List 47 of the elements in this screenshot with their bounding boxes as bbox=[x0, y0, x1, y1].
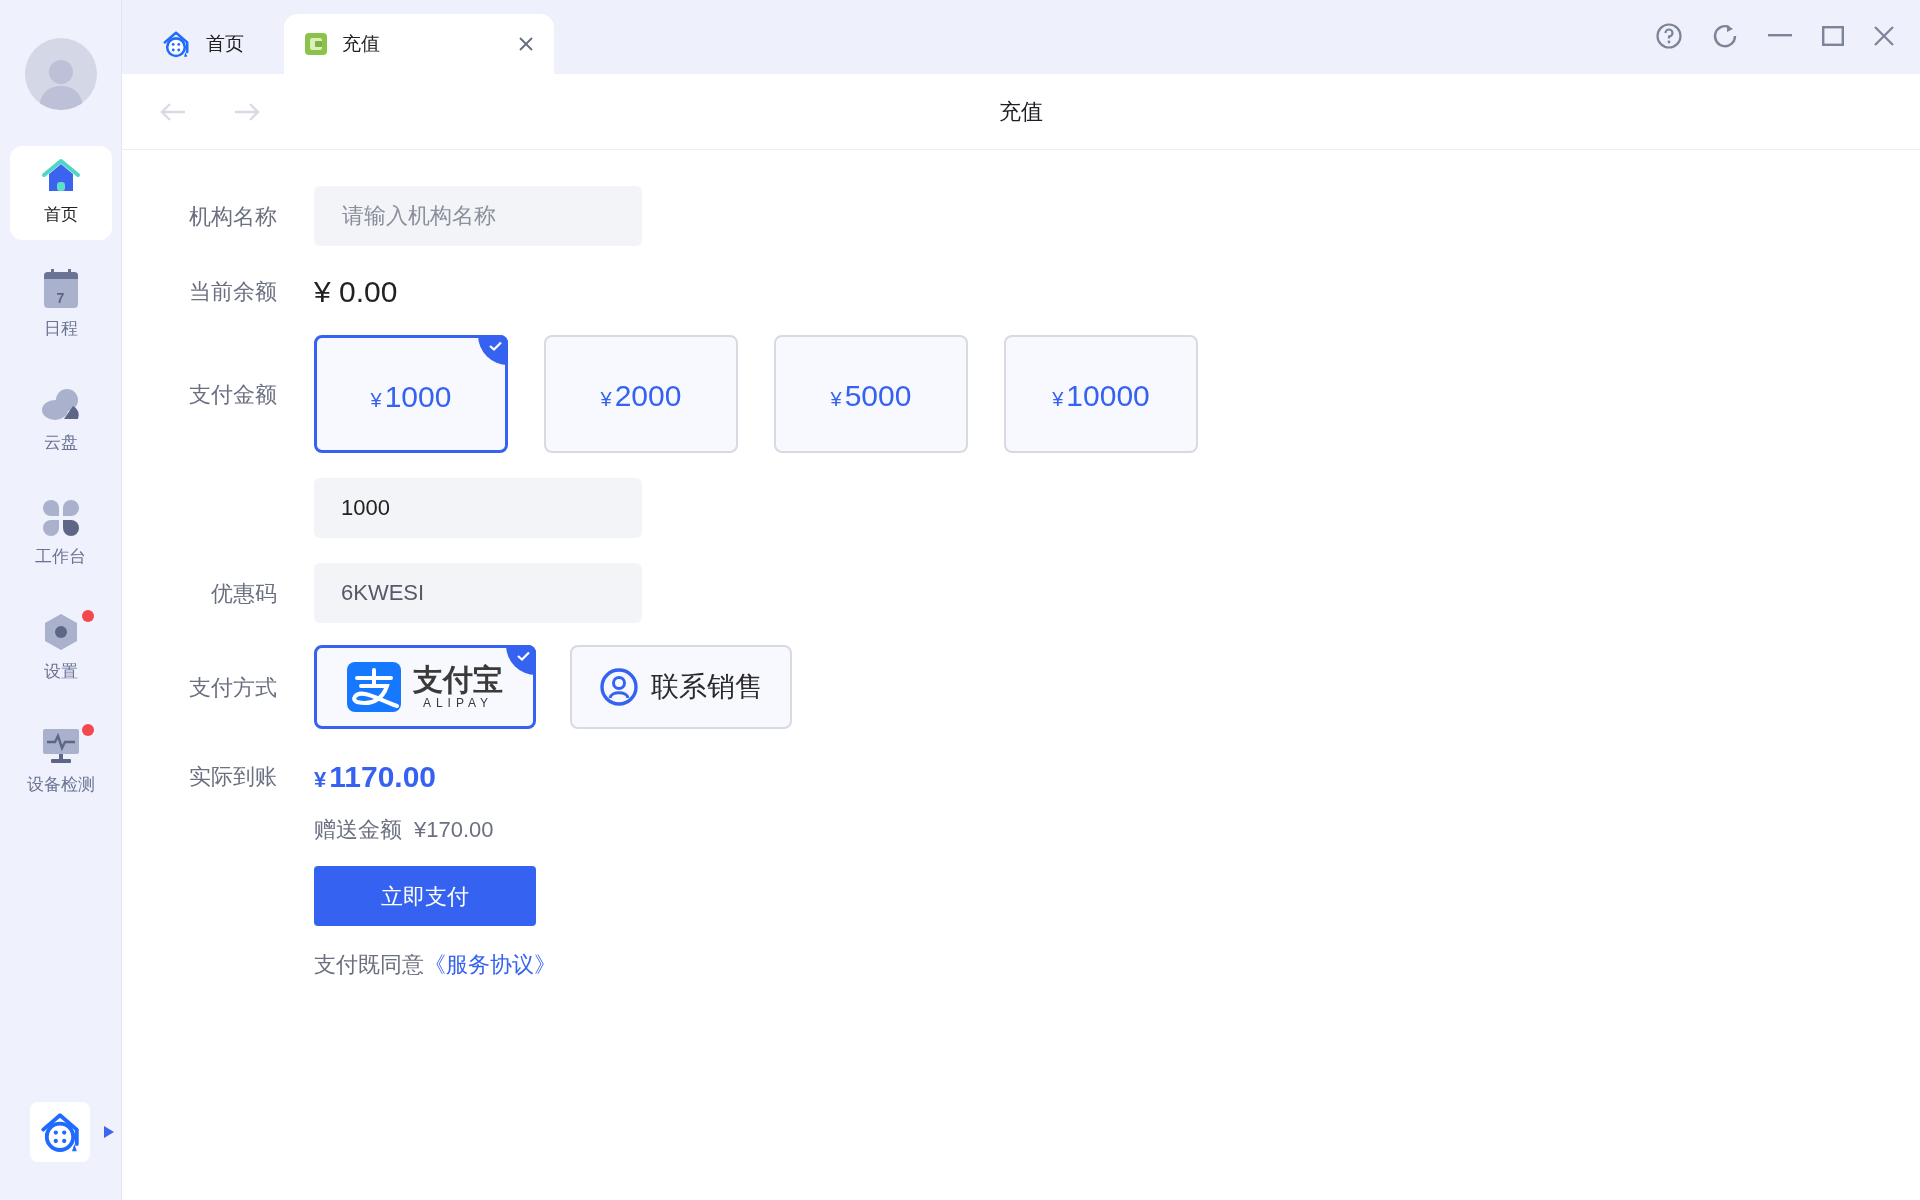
expand-triangle-icon[interactable] bbox=[103, 1126, 114, 1138]
tab[interactable]: 充值 bbox=[284, 14, 554, 74]
tab[interactable]: 首页 bbox=[140, 14, 270, 74]
page-title: 充值 bbox=[999, 98, 1043, 126]
calendar-icon: 7 bbox=[43, 272, 78, 309]
sidebar-item[interactable]: 设备检测 bbox=[9, 716, 112, 810]
sidebar-item[interactable]: 云盘 bbox=[9, 374, 112, 468]
bonus-label: 赠送金额 bbox=[314, 816, 402, 844]
pay-now-button[interactable]: 立即支付 bbox=[314, 866, 536, 926]
org-name-input[interactable]: 请输入机构名称 bbox=[314, 186, 642, 246]
refresh-icon[interactable] bbox=[1712, 23, 1738, 49]
actual-amount: ¥1170.00 bbox=[314, 758, 437, 795]
bonus-value: ¥170.00 bbox=[414, 816, 494, 844]
sidebar-item[interactable]: 设置 bbox=[9, 602, 112, 696]
help-icon[interactable] bbox=[1656, 23, 1682, 49]
amount-option[interactable]: ¥1000 bbox=[314, 335, 508, 453]
service-agreement-link[interactable]: 《服务协议》 bbox=[424, 948, 556, 981]
agreement-text: 支付既同意 bbox=[314, 951, 424, 979]
sidebar-item[interactable]: 7 日程 bbox=[9, 260, 112, 354]
amount-option[interactable]: ¥2000 bbox=[544, 335, 738, 453]
hexagon-settings-icon bbox=[43, 613, 78, 652]
coupon-input[interactable]: 6KWESI bbox=[314, 563, 642, 623]
minimize-icon[interactable] bbox=[1768, 34, 1792, 38]
contact-sales-button[interactable]: 联系销售 bbox=[570, 645, 792, 729]
balance-value: ¥ 0.00 bbox=[314, 273, 398, 310]
amount-option[interactable]: ¥10000 bbox=[1004, 335, 1198, 453]
close-tab-icon[interactable] bbox=[518, 36, 534, 52]
field-label: 当前余额 bbox=[189, 277, 277, 306]
field-label: 支付方式 bbox=[189, 673, 277, 702]
sidebar-item[interactable]: 工作台 bbox=[9, 488, 112, 582]
wallet-icon bbox=[304, 32, 328, 56]
field-label: 支付金额 bbox=[189, 380, 277, 409]
apps-icon bbox=[42, 500, 79, 537]
user-circle-icon bbox=[599, 667, 639, 707]
cloud-icon bbox=[39, 386, 82, 423]
sidebar-item[interactable]: 首页 bbox=[9, 146, 112, 240]
alipay-option[interactable]: 支付宝 ALIPAY bbox=[314, 645, 536, 729]
amount-option[interactable]: ¥5000 bbox=[774, 335, 968, 453]
field-label: 实际到账 bbox=[189, 762, 277, 791]
monitor-pulse-icon bbox=[41, 728, 80, 765]
field-label: 优惠码 bbox=[211, 579, 277, 608]
app-logo-button[interactable] bbox=[29, 1102, 90, 1162]
amount-input[interactable]: 1000 bbox=[314, 478, 642, 538]
close-icon[interactable] bbox=[1874, 26, 1894, 46]
alipay-logo-icon bbox=[347, 662, 401, 712]
maximize-icon[interactable] bbox=[1822, 26, 1844, 46]
field-label: 机构名称 bbox=[189, 202, 277, 231]
